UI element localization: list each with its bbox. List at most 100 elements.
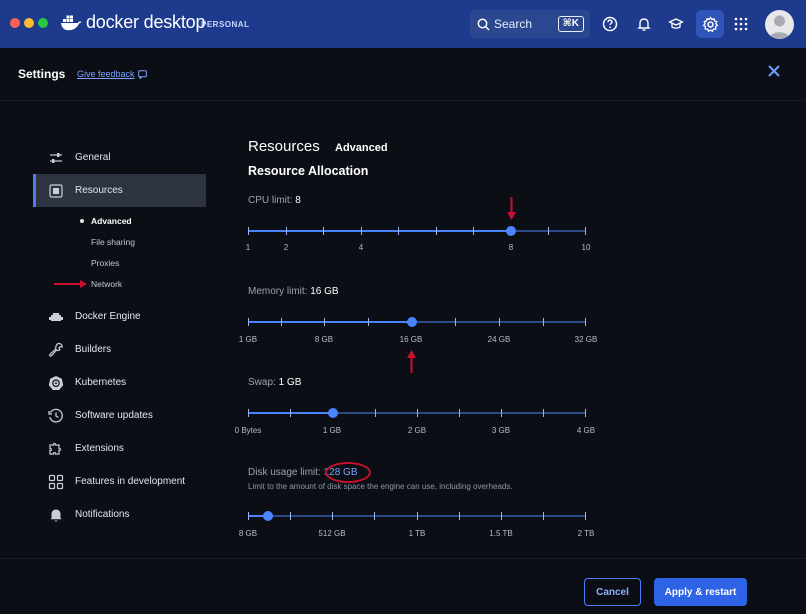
docker-logo: docker desktop: [60, 12, 205, 33]
sidebar-item-general[interactable]: General: [33, 141, 206, 174]
sidebar-item-docker-engine[interactable]: Docker Engine: [33, 300, 206, 333]
swap-tick-label: 3 GB: [491, 426, 511, 435]
sidebar-item-features-in-development[interactable]: Features in development: [33, 465, 206, 498]
sidebar-item-software-updates[interactable]: Software updates: [33, 399, 206, 432]
swap-value: 1 GB: [278, 377, 302, 388]
disk-tick-label: 2 TB: [577, 529, 595, 538]
resources-icon: [47, 182, 65, 200]
plan-badge: PERSONAL: [201, 20, 250, 29]
disk-tick-label: 1.5 TB: [489, 529, 513, 538]
page-title: Settings: [18, 67, 66, 81]
cpu-tick-label: 8: [508, 243, 514, 252]
resource-allocation-heading: Resource Allocation: [248, 164, 369, 178]
swap-tick-label: 1 GB: [322, 426, 342, 435]
close-icon[interactable]: [765, 62, 783, 80]
disk-slider[interactable]: [248, 509, 586, 523]
give-feedback-label: Give feedback: [77, 69, 135, 79]
annotation-circle-disk: [325, 462, 371, 483]
subnav-network[interactable]: Network: [91, 279, 122, 289]
memory-limit-value: 16 GB: [310, 286, 339, 297]
search-icon: [477, 18, 490, 31]
subnav-advanced[interactable]: Advanced: [91, 216, 132, 226]
puzzle-icon: [47, 440, 65, 458]
clock-icon: [47, 407, 65, 425]
sidebar-item-notifications[interactable]: Notifications: [33, 498, 206, 531]
sidebar-item-label: Resources: [75, 185, 123, 196]
help-icon: [602, 16, 618, 32]
maximize-window-button[interactable]: [38, 18, 48, 28]
cpu-tick-label: 4: [358, 243, 364, 252]
sidebar-item-kubernetes[interactable]: Kubernetes: [33, 366, 206, 399]
swap-tick-label: 0 Bytes: [234, 426, 262, 435]
memory-tick-label: 32 GB: [574, 335, 598, 344]
extensions-grid-button[interactable]: [729, 12, 753, 36]
disk-tick-label: 512 GB: [318, 529, 346, 538]
apps-grid-icon: [734, 17, 748, 31]
disk-tick-label: 8 GB: [238, 529, 258, 538]
brand-name: docker desktop: [86, 12, 206, 32]
learn-icon: [668, 18, 684, 29]
header-divider: [0, 100, 806, 101]
search-bar[interactable]: Search ⌘K: [470, 10, 590, 38]
annotation-arrow-cpu: [507, 197, 516, 220]
bell-icon: [47, 506, 65, 524]
footer-divider: [0, 558, 806, 559]
subnav-proxies[interactable]: Proxies: [91, 258, 119, 268]
sliders-icon: [47, 149, 65, 167]
cpu-slider-thumb[interactable]: [506, 226, 516, 236]
cancel-button[interactable]: Cancel: [584, 578, 641, 606]
cpu-slider[interactable]: [248, 224, 586, 238]
gear-icon: [702, 16, 718, 32]
cpu-tick-label: 2: [283, 243, 289, 252]
memory-limit-text: Memory limit:: [248, 286, 308, 297]
help-button[interactable]: [598, 12, 622, 36]
sidebar-item-label: Builders: [75, 344, 112, 355]
cpu-limit-text: CPU limit:: [248, 195, 293, 206]
settings-button[interactable]: [696, 10, 724, 38]
cpu-limit-value: 8: [295, 195, 301, 206]
sidebar-item-label: Notifications: [75, 509, 130, 520]
close-window-button[interactable]: [10, 18, 20, 28]
tab-advanced[interactable]: Advanced: [335, 142, 388, 154]
swap-slider[interactable]: [248, 406, 586, 420]
sidebar-item-resources[interactable]: Resources: [33, 174, 206, 207]
learning-center-button[interactable]: [664, 12, 688, 36]
helm-icon: [47, 374, 65, 392]
memory-slider[interactable]: [248, 315, 586, 329]
sidebar-item-label: Extensions: [75, 443, 124, 454]
bell-icon: [637, 18, 651, 31]
title-bar: docker desktop PERSONAL Search ⌘K: [0, 0, 806, 48]
swap-slider-thumb[interactable]: [328, 408, 338, 418]
give-feedback-link[interactable]: Give feedback: [77, 69, 147, 79]
disk-usage-limit-text: Disk usage limit:: [248, 467, 321, 478]
sidebar-item-label: General: [75, 152, 111, 163]
sidebar-item-label: Software updates: [75, 410, 153, 421]
cpu-slider-fill: [248, 230, 511, 232]
sidebar-item-label: Docker Engine: [75, 311, 141, 322]
disk-tick-label: 1 TB: [408, 529, 426, 538]
disk-usage-hint: Limit to the amount of disk space the en…: [248, 482, 513, 491]
sidebar-item-label: Features in development: [75, 476, 186, 487]
memory-tick-label: 16 GB: [399, 335, 423, 344]
annotation-arrow-network: [54, 280, 87, 288]
notifications-button[interactable]: [632, 12, 656, 36]
user-avatar[interactable]: [765, 10, 794, 39]
sidebar-item-extensions[interactable]: Extensions: [33, 432, 206, 465]
memory-tick-label: 8 GB: [314, 335, 334, 344]
grid-icon: [47, 473, 65, 491]
subnav-file-sharing[interactable]: File sharing: [91, 237, 135, 247]
memory-slider-thumb[interactable]: [407, 317, 417, 327]
cpu-tick-label: 1: [245, 243, 251, 252]
minimize-window-button[interactable]: [24, 18, 34, 28]
docker-whale-icon: [61, 15, 82, 30]
memory-slider-fill: [248, 321, 412, 323]
wrench-icon: [47, 341, 65, 359]
apply-restart-button[interactable]: Apply & restart: [654, 578, 747, 606]
disk-slider-thumb[interactable]: [263, 511, 273, 521]
search-shortcut: ⌘K: [557, 16, 584, 32]
sidebar-item-builders[interactable]: Builders: [33, 333, 206, 366]
cpu-limit-label: CPU limit: 8: [248, 195, 301, 206]
swap-text: Swap:: [248, 377, 276, 388]
engine-icon: [47, 308, 65, 326]
section-heading: Resources: [248, 138, 320, 155]
